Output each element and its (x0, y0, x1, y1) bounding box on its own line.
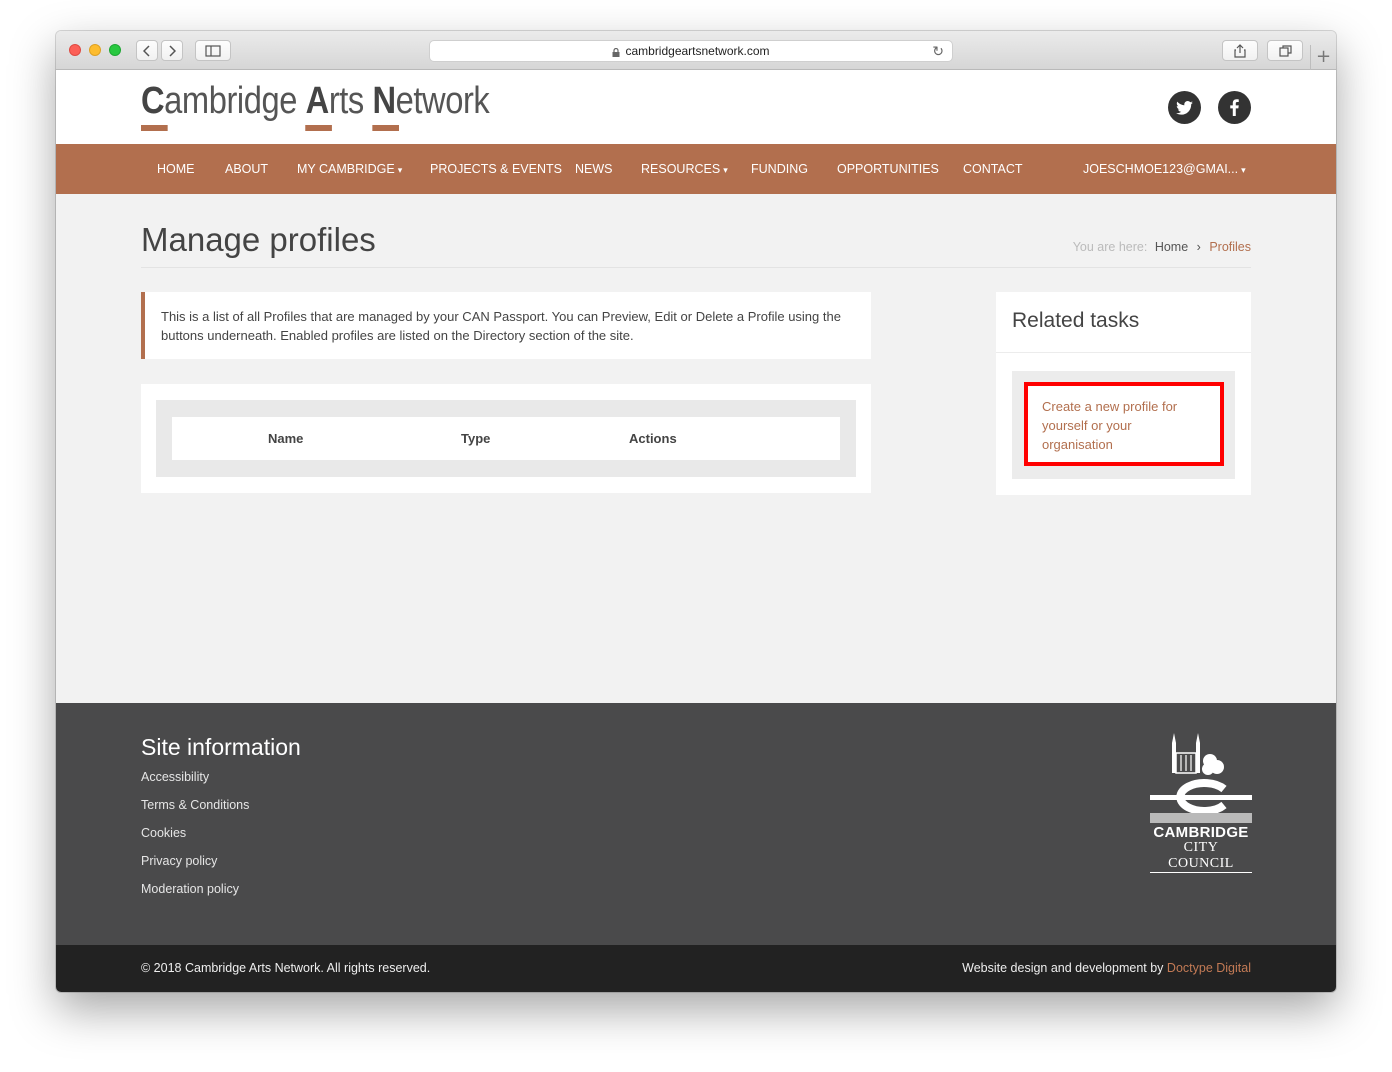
task-list: Create a new profile for yourself or you… (1012, 371, 1235, 479)
back-button[interactable] (136, 40, 158, 61)
breadcrumb-label: You are here: (1072, 240, 1148, 254)
breadcrumb: You are here: Home › Profiles (1073, 240, 1251, 254)
nav-item-funding[interactable]: FUNDING (751, 144, 808, 194)
footer-bottom-bar: © 2018 Cambridge Arts Network. All right… (56, 945, 1336, 992)
new-tab-button[interactable]: + (1310, 45, 1336, 71)
share-icon (1234, 43, 1246, 58)
footer-link-privacy[interactable]: Privacy policy (141, 854, 217, 868)
reload-icon[interactable]: ↻ (932, 43, 944, 60)
close-window-button[interactable] (69, 44, 81, 56)
nav-item-about[interactable]: ABOUT (225, 144, 268, 194)
footer-link-cookies[interactable]: Cookies (141, 826, 186, 840)
chevron-left-icon (143, 44, 150, 57)
tabs-overview-button[interactable] (1267, 40, 1303, 61)
credit-text: Website design and development by Doctyp… (962, 961, 1251, 975)
breadcrumb-separator: › (1196, 240, 1201, 254)
facebook-icon (1230, 99, 1239, 116)
related-tasks-panel: Related tasks Create a new profile for y… (996, 292, 1251, 495)
site-footer: Site information Accessibility Terms & C… (56, 703, 1336, 945)
page-title: Manage profiles (141, 221, 376, 258)
profiles-notice: This is a list of all Profiles that are … (141, 292, 871, 359)
doctype-digital-link[interactable]: Doctype Digital (1167, 961, 1251, 975)
browser-toolbar: cambridgeartsnetwork.com ↻ + (56, 31, 1336, 71)
panel-divider (996, 352, 1251, 353)
council-name-line1: CAMBRIDGE (1153, 824, 1249, 841)
nav-item-resources[interactable]: RESOURCES ▾ (641, 144, 728, 194)
zoom-window-button[interactable] (109, 44, 121, 56)
site-header: Cambridge Arts Network (56, 70, 1336, 144)
cambridge-city-council-logo[interactable]: CAMBRIDGE CITY COUNCIL (1150, 731, 1252, 873)
related-tasks-title: Related tasks (1012, 309, 1140, 332)
site-logo[interactable]: Cambridge Arts Network (141, 80, 490, 131)
table-header-row: Name Type Actions (172, 417, 840, 460)
minimize-window-button[interactable] (89, 44, 101, 56)
column-header-type: Type (461, 431, 491, 446)
city-council-emblem-icon (1150, 733, 1252, 823)
profiles-table: Name Type Actions (156, 400, 856, 477)
council-name-line2: CITY COUNCIL (1150, 840, 1252, 873)
copyright-text: © 2018 Cambridge Arts Network. All right… (141, 961, 431, 975)
facebook-link[interactable] (1218, 91, 1251, 124)
create-profile-link[interactable]: Create a new profile for yourself or you… (1024, 382, 1224, 466)
footer-link-moderation[interactable]: Moderation policy (141, 882, 239, 896)
address-url: cambridgeartsnetwork.com (625, 44, 770, 58)
nav-item-news[interactable]: NEWS (575, 144, 613, 194)
share-button[interactable] (1222, 40, 1258, 61)
column-header-actions: Actions (629, 431, 677, 446)
forward-button[interactable] (161, 40, 183, 61)
sidebar-icon (205, 44, 221, 57)
footer-link-terms[interactable]: Terms & Conditions (141, 798, 249, 812)
profiles-table-card: Name Type Actions (141, 384, 871, 493)
tabs-icon (1278, 44, 1292, 57)
nav-item-projects-events[interactable]: PROJECTS & EVENTS (430, 144, 562, 194)
nav-item-home[interactable]: HOME (157, 144, 195, 194)
nav-item-contact[interactable]: CONTACT (963, 144, 1023, 194)
twitter-link[interactable] (1168, 91, 1201, 124)
sidebar-toggle-button[interactable] (195, 40, 231, 61)
breadcrumb-home-link[interactable]: Home (1155, 240, 1188, 254)
nav-item-my-cambridge[interactable]: MY CAMBRIDGE ▾ (297, 144, 402, 194)
chevron-down-icon: ▾ (723, 165, 728, 175)
main-navigation: HOME ABOUT MY CAMBRIDGE ▾ PROJECTS & EVEN… (56, 144, 1336, 194)
title-divider (141, 267, 1251, 268)
lock-icon (612, 47, 620, 57)
footer-title: Site information (141, 734, 301, 760)
chevron-right-icon (169, 44, 176, 57)
chevron-down-icon: ▾ (1241, 165, 1246, 175)
nav-item-opportunities[interactable]: OPPORTUNITIES (837, 144, 939, 194)
footer-link-accessibility[interactable]: Accessibility (141, 770, 209, 784)
chevron-down-icon: ▾ (397, 165, 403, 175)
twitter-icon (1176, 100, 1193, 115)
breadcrumb-current: Profiles (1209, 240, 1251, 254)
column-header-name: Name (268, 431, 304, 446)
nav-item-account[interactable]: JOESCHMOE123@GMAI... ▾ (1083, 144, 1246, 194)
browser-window: cambridgeartsnetwork.com ↻ + Cambridge A… (56, 31, 1336, 992)
address-bar[interactable]: cambridgeartsnetwork.com ↻ (429, 40, 953, 62)
